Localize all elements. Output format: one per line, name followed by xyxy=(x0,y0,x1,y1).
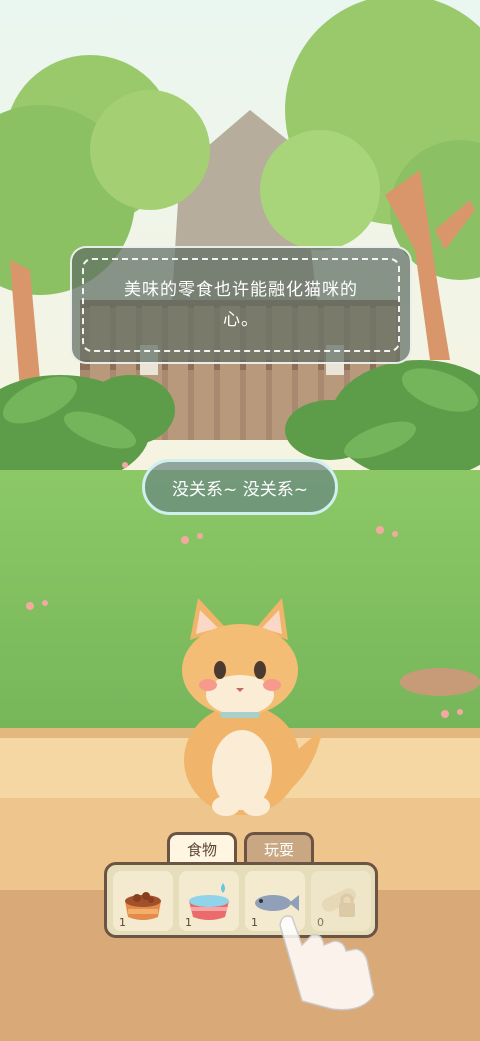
item-count: 1 xyxy=(119,916,126,929)
item-slot-water[interactable]: 1 xyxy=(179,871,239,931)
item-count: 1 xyxy=(251,916,258,929)
hint-dialog: 美味的零食也许能融化猫咪的心。 xyxy=(70,246,412,364)
hint-dialog-border: 美味的零食也许能融化猫咪的心。 xyxy=(82,258,400,352)
tab-food[interactable]: 食物 xyxy=(167,832,237,864)
item-slot-dry-food[interactable]: 1 xyxy=(113,871,173,931)
hint-dialog-text: 美味的零食也许能融化猫咪的心。 xyxy=(124,280,358,330)
tab-play[interactable]: 玩耍 xyxy=(244,832,314,864)
tutorial-hand-icon xyxy=(279,915,375,1011)
reply-button[interactable]: 没关系~ 没关系~ xyxy=(142,459,338,515)
item-count: 1 xyxy=(185,916,192,929)
